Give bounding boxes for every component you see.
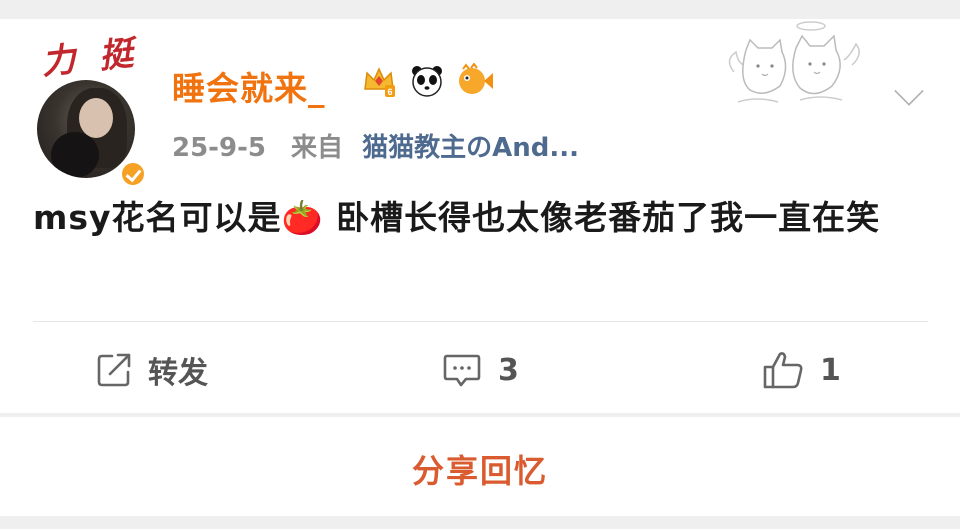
avatar-pendant-text: 力 挺 bbox=[39, 32, 142, 83]
comment-count: 3 bbox=[498, 352, 519, 388]
comment-icon bbox=[443, 354, 481, 387]
avatar-face bbox=[79, 98, 113, 138]
repost-label: 转发 bbox=[148, 356, 208, 391]
cat-decoration bbox=[716, 20, 866, 110]
post-date: 25-9-5 bbox=[172, 133, 266, 163]
panda-icon[interactable] bbox=[408, 62, 446, 100]
action-divider bbox=[33, 321, 928, 322]
post-body-text: msy花名可以是🍅 卧槽长得也太像老番茄了我一直在笑 bbox=[33, 198, 881, 237]
username[interactable]: 睡会就来_ bbox=[172, 62, 326, 110]
avatar-dog bbox=[51, 132, 99, 178]
avatar[interactable] bbox=[37, 80, 135, 178]
svg-text:6: 6 bbox=[387, 87, 392, 97]
share-icon bbox=[97, 353, 131, 387]
like-count: 1 bbox=[820, 352, 841, 388]
repost-button[interactable]: 转发 bbox=[96, 350, 208, 391]
post-source-link[interactable]: 猫猫教主のAnd... bbox=[362, 133, 579, 163]
crown-level-icon[interactable]: 6 bbox=[360, 62, 398, 100]
fish-icon[interactable] bbox=[456, 62, 494, 100]
avatar-area[interactable]: 力 挺 bbox=[27, 30, 157, 188]
post-meta: 25-9-5 来自 猫猫教主のAnd... bbox=[172, 127, 579, 164]
from-label: 来自 bbox=[291, 133, 344, 163]
share-memory-button[interactable]: 分享回忆 bbox=[0, 446, 960, 492]
like-button[interactable]: 1 bbox=[762, 350, 841, 390]
thumbs-up-icon bbox=[763, 352, 803, 389]
verified-icon bbox=[119, 160, 147, 188]
comment-button[interactable]: 3 bbox=[442, 350, 519, 390]
user-badges: 6 bbox=[360, 62, 494, 100]
